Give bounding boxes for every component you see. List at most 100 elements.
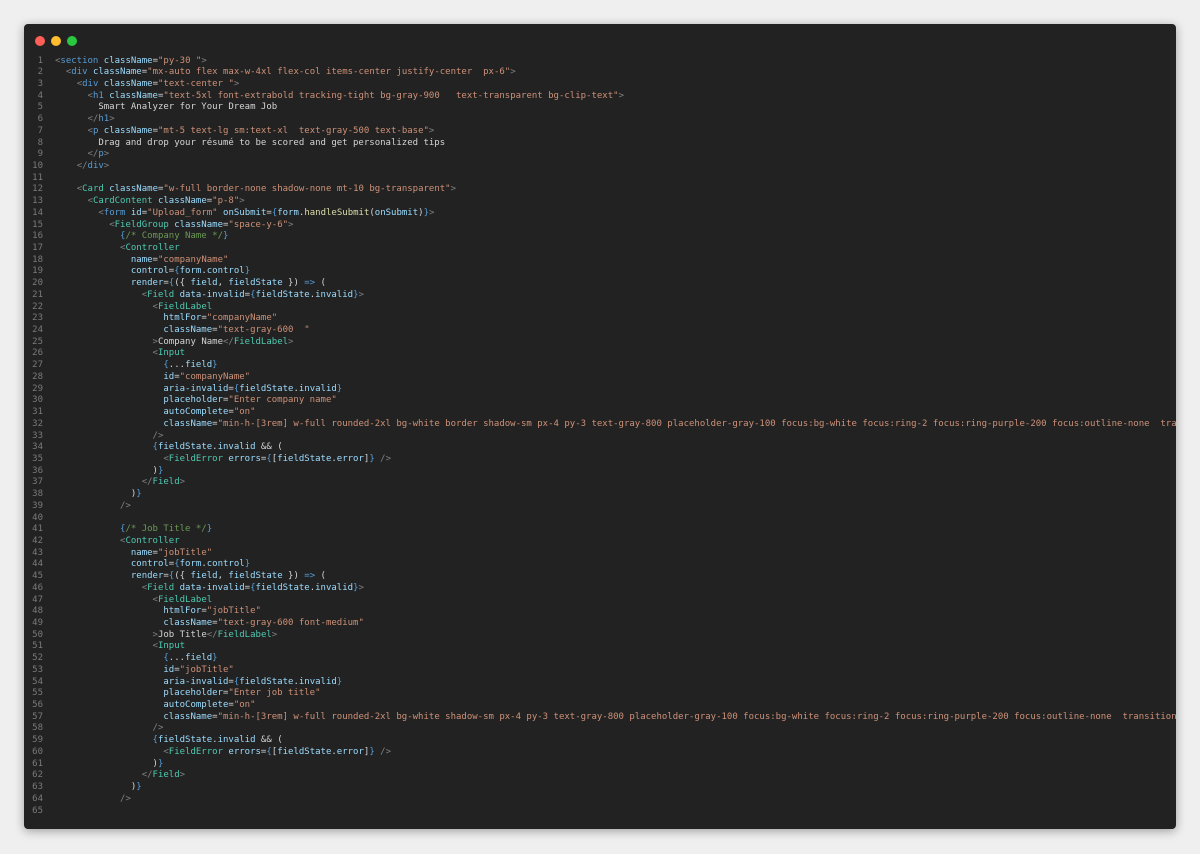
- line-number: 41: [32, 524, 43, 535]
- line-number: 65: [32, 805, 43, 816]
- line-number: 28: [32, 371, 43, 382]
- code-line: 51 <Input: [24, 641, 1176, 653]
- code-line: 64 />: [24, 794, 1176, 806]
- code-line: 53 id="jobTitle": [24, 665, 1176, 677]
- code-text: control={form.control}: [130, 559, 251, 570]
- code-text: id="companyName": [163, 371, 251, 382]
- code-editor[interactable]: 1 <section className="py-30 "> 2 <div clas…: [24, 56, 1176, 818]
- maximize-window-button[interactable]: [67, 36, 77, 46]
- close-window-button[interactable]: [35, 36, 45, 46]
- line-number: 40: [32, 512, 43, 523]
- code-text: <FieldError errors={[fieldState.error]} …: [163, 746, 391, 757]
- code-line: 43 name="jobTitle": [24, 548, 1176, 560]
- line-number: 14: [32, 207, 43, 218]
- code-text: autoComplete="on": [163, 700, 256, 711]
- code-line: 31 autoComplete="on": [24, 407, 1176, 419]
- code-text: </Field>: [141, 770, 186, 781]
- line-number: 60: [32, 746, 43, 757]
- code-line: 24 className="text-gray-600 ": [24, 325, 1176, 337]
- code-text: {fieldState.invalid && (: [152, 735, 283, 746]
- code-text: />: [120, 793, 131, 804]
- code-line: 15 <FieldGroup className="space-y-6">: [24, 220, 1176, 232]
- code-line: 40: [24, 513, 1176, 525]
- code-text: <form id="Upload_form" onSubmit={form.ha…: [98, 207, 435, 218]
- line-number: 48: [32, 606, 43, 617]
- code-text: >Company Name</FieldLabel>: [152, 336, 294, 347]
- code-text: <FieldLabel: [152, 301, 213, 312]
- code-line: 39 />: [24, 501, 1176, 513]
- code-line: 38 )}: [24, 489, 1176, 501]
- code-line: 62 </Field>: [24, 770, 1176, 782]
- line-number: 53: [32, 664, 43, 675]
- code-text: placeholder="Enter job title": [163, 688, 321, 699]
- code-line: 17 <Controller: [24, 243, 1176, 255]
- code-text: </h1>: [87, 114, 115, 125]
- code-text: <Input: [152, 348, 186, 359]
- line-number: 43: [32, 547, 43, 558]
- code-text: Drag and drop your résumé to be scored a…: [55, 137, 446, 148]
- line-number: 15: [32, 219, 43, 230]
- line-number: 1: [37, 55, 43, 66]
- code-line: 65: [24, 806, 1176, 818]
- code-line: 48 htmlFor="jobTitle": [24, 606, 1176, 618]
- code-text: autoComplete="on": [163, 407, 256, 418]
- code-text: <p className="mt-5 text-lg sm:text-xl te…: [87, 125, 435, 136]
- code-line: 4 <h1 className="text-5xl font-extrabold…: [24, 91, 1176, 103]
- line-number: 30: [32, 395, 43, 406]
- code-text: control={form.control}: [130, 266, 251, 277]
- code-text: htmlFor="jobTitle": [163, 606, 261, 617]
- code-text: aria-invalid={fieldState.invalid}: [163, 383, 343, 394]
- code-text: <Field data-invalid={fieldState.invalid}…: [141, 289, 364, 300]
- code-text: className="text-gray-600 ": [163, 325, 310, 336]
- code-text: {...field}: [163, 653, 218, 664]
- line-number: 22: [32, 301, 43, 312]
- line-number: 18: [32, 254, 43, 265]
- code-line: 36 )}: [24, 466, 1176, 478]
- line-number: 51: [32, 641, 43, 652]
- minimize-window-button[interactable]: [51, 36, 61, 46]
- code-line: 49 className="text-gray-600 font-medium": [24, 618, 1176, 630]
- window-titlebar: [24, 24, 1176, 56]
- code-line: 12 <Card className="w-full border-none s…: [24, 184, 1176, 196]
- code-line: 14 <form id="Upload_form" onSubmit={form…: [24, 208, 1176, 220]
- code-line: 21 <Field data-invalid={fieldState.inval…: [24, 290, 1176, 302]
- code-text: {...field}: [163, 360, 218, 371]
- line-number: 37: [32, 477, 43, 488]
- code-line: 46 <Field data-invalid={fieldState.inval…: [24, 583, 1176, 595]
- code-line: 63 )}: [24, 782, 1176, 794]
- code-line: 44 control={form.control}: [24, 559, 1176, 571]
- line-number: 42: [32, 535, 43, 546]
- line-number: 9: [37, 149, 43, 160]
- code-line: 13 <CardContent className="p-8">: [24, 196, 1176, 208]
- code-line: 26 <Input: [24, 348, 1176, 360]
- code-text: htmlFor="companyName": [163, 313, 278, 324]
- code-line: 32 className="min-h-[3rem] w-full rounde…: [24, 419, 1176, 431]
- code-text: render={({ field, fieldState }) => (: [130, 571, 326, 582]
- code-line: 25 >Company Name</FieldLabel>: [24, 337, 1176, 349]
- line-number: 45: [32, 571, 43, 582]
- line-number: 4: [37, 90, 43, 101]
- line-number: 63: [32, 782, 43, 793]
- line-number: 24: [32, 325, 43, 336]
- code-text: <div className="mx-auto flex max-w-4xl f…: [65, 67, 516, 78]
- code-text: >Job Title</FieldLabel>: [152, 629, 278, 640]
- line-number: 56: [32, 700, 43, 711]
- code-text: <section className="py-30 ">: [55, 55, 207, 66]
- code-line: 1 <section className="py-30 ">: [24, 56, 1176, 68]
- code-text: aria-invalid={fieldState.invalid}: [163, 676, 343, 687]
- code-line: 20 render={({ field, fieldState }) => (: [24, 278, 1176, 290]
- code-line: 50 >Job Title</FieldLabel>: [24, 630, 1176, 642]
- code-text: <Field data-invalid={fieldState.invalid}…: [141, 582, 364, 593]
- code-text: className="min-h-[3rem] w-full rounded-2…: [163, 418, 1176, 429]
- code-line: 59 {fieldState.invalid && (: [24, 735, 1176, 747]
- line-number: 17: [32, 243, 43, 253]
- code-text: <div className="text-center ">: [76, 78, 240, 89]
- line-number: 54: [32, 676, 43, 687]
- code-text: )}: [130, 489, 142, 500]
- code-line: 30 placeholder="Enter company name": [24, 395, 1176, 407]
- code-text: className="min-h-[3rem] w-full rounded-2…: [163, 711, 1176, 722]
- line-number: 31: [32, 407, 43, 418]
- code-text: {fieldState.invalid && (: [152, 442, 283, 453]
- line-number: 32: [32, 418, 43, 429]
